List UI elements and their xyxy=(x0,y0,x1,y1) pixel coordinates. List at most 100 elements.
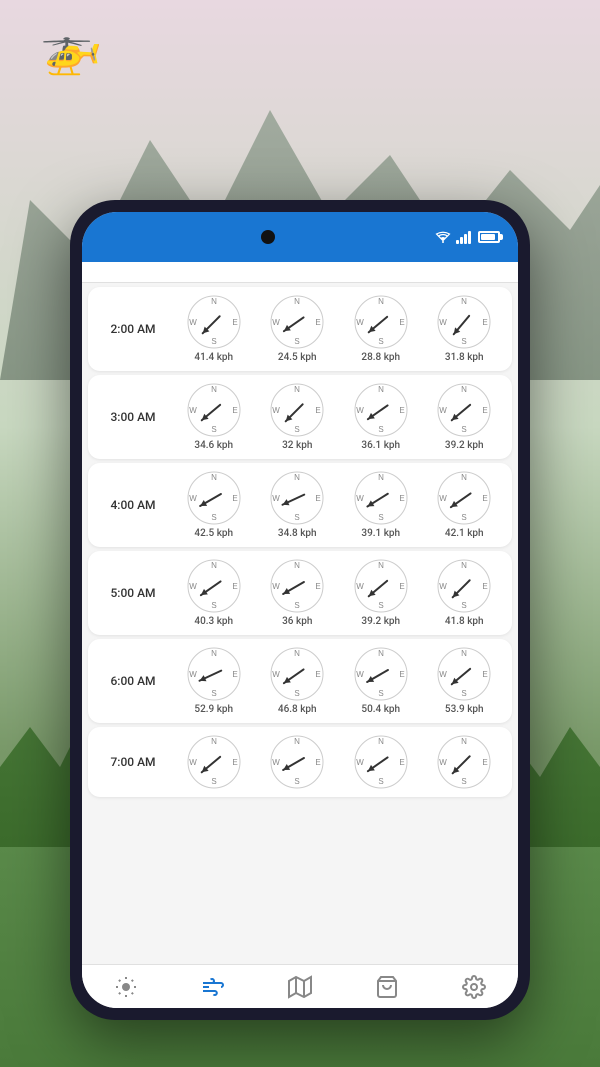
svg-text:N: N xyxy=(378,297,384,306)
wind-speed: 42.5 kph xyxy=(194,528,233,539)
status-bar xyxy=(82,212,518,262)
phone-screen: 2:00 AMNSEW41.4 kphNSEW24.5 kphNSEW28.8 … xyxy=(82,212,518,1008)
page-title xyxy=(0,40,600,90)
svg-text:W: W xyxy=(272,318,280,327)
svg-text:W: W xyxy=(272,494,280,503)
svg-text:N: N xyxy=(211,561,217,570)
svg-text:N: N xyxy=(294,649,300,658)
compass-svg: NSEW xyxy=(270,735,324,789)
svg-text:W: W xyxy=(356,406,364,415)
weather-icon xyxy=(114,975,138,1005)
svg-text:W: W xyxy=(439,494,447,503)
wind-cell: NSEW34.8 kph xyxy=(256,471,340,539)
svg-text:W: W xyxy=(439,406,447,415)
table-row: 5:00 AMNSEW40.3 kphNSEW36 kphNSEW39.2 kp… xyxy=(88,551,512,635)
wind-speed: 53.9 kph xyxy=(445,704,484,715)
svg-text:E: E xyxy=(399,670,404,679)
compass-svg: N S E W xyxy=(354,647,408,701)
svg-text:S: S xyxy=(211,777,216,786)
table-row: 6:00 AMNSEW52.9 kphNSEW46.8 kphNSEW50.4 … xyxy=(88,639,512,723)
compass-svg: NSEW xyxy=(187,471,241,525)
nav-item-settings[interactable]: Settings xyxy=(431,975,518,1008)
svg-text:W: W xyxy=(272,758,280,767)
wind-cell: NSEW42.5 kph xyxy=(172,471,256,539)
compass-svg: NSEW xyxy=(354,295,408,349)
wind-cell: NSEW36 kph xyxy=(256,559,340,627)
svg-text:N: N xyxy=(211,385,217,394)
svg-text:W: W xyxy=(439,758,447,767)
wind-speed: 46.8 kph xyxy=(278,704,317,715)
wind-cell: NSEW39.1 kph xyxy=(339,471,423,539)
svg-text:S: S xyxy=(378,689,383,698)
wind-cell: NSEW xyxy=(423,735,507,789)
svg-text:N: N xyxy=(461,473,467,482)
compass-svg: NSEW xyxy=(354,471,408,525)
nav-item-weather[interactable]: Weather xyxy=(82,975,169,1008)
wind-speed: 36.1 kph xyxy=(361,440,400,451)
wind-speed: 34.6 kph xyxy=(194,440,233,451)
compass-svg: NSEW xyxy=(354,559,408,613)
svg-text:E: E xyxy=(316,582,321,591)
svg-text:N: N xyxy=(461,297,467,306)
wind-speed: 31.8 kph xyxy=(445,352,484,363)
svg-text:W: W xyxy=(189,494,197,503)
nav-item-shop[interactable]: Shop xyxy=(344,975,431,1008)
svg-text:S: S xyxy=(211,689,216,698)
row-time: 3:00 AM xyxy=(94,410,172,424)
compass-svg: NSEW xyxy=(437,647,491,701)
svg-text:W: W xyxy=(356,582,364,591)
svg-text:S: S xyxy=(462,425,467,434)
svg-text:S: S xyxy=(295,777,300,786)
svg-text:S: S xyxy=(211,337,216,346)
wind-cell: NSEW xyxy=(339,735,423,789)
compass-svg: NSEW xyxy=(354,735,408,789)
svg-text:N: N xyxy=(461,561,467,570)
svg-text:W: W xyxy=(272,670,280,679)
svg-text:W: W xyxy=(356,670,364,679)
svg-text:N: N xyxy=(378,649,384,658)
wind-cell: NSEW46.8 kph xyxy=(256,647,340,715)
wind-speed: 52.9 kph xyxy=(194,704,233,715)
wind-speed: 50.4 kph xyxy=(361,704,400,715)
shop-icon xyxy=(375,975,399,1005)
status-icons xyxy=(435,230,500,244)
svg-text:S: S xyxy=(378,777,383,786)
svg-text:E: E xyxy=(483,670,488,679)
svg-text:E: E xyxy=(232,406,237,415)
table-row: 3:00 AMNSEW34.6 kphNSEW32 kphNSEW36.1 kp… xyxy=(88,375,512,459)
wind-speed: 39.2 kph xyxy=(361,616,400,627)
svg-text:E: E xyxy=(483,406,488,415)
wind-cell: NSEW42.1 kph xyxy=(423,471,507,539)
svg-text:N: N xyxy=(294,561,300,570)
phone-frame: 2:00 AMNSEW41.4 kphNSEW24.5 kphNSEW28.8 … xyxy=(70,200,530,1020)
svg-text:E: E xyxy=(399,758,404,767)
svg-text:S: S xyxy=(211,601,216,610)
wind-cell: NSEW xyxy=(256,735,340,789)
row-time: 4:00 AM xyxy=(94,498,172,512)
nav-item-wind[interactable]: Wind xyxy=(169,975,256,1008)
svg-text:N: N xyxy=(211,649,217,658)
wind-cell: NSEW36.1 kph xyxy=(339,383,423,451)
svg-text:N: N xyxy=(378,737,384,746)
svg-text:E: E xyxy=(232,494,237,503)
wind-cell: NSEW41.4 kph xyxy=(172,295,256,363)
svg-text:N: N xyxy=(294,297,300,306)
svg-text:E: E xyxy=(399,318,404,327)
svg-text:E: E xyxy=(316,318,321,327)
settings-icon xyxy=(462,975,486,1005)
battery-icon xyxy=(478,231,500,243)
wind-icon xyxy=(201,975,225,1005)
nav-item-map[interactable]: Map xyxy=(256,975,343,1008)
svg-text:S: S xyxy=(462,777,467,786)
svg-text:E: E xyxy=(483,582,488,591)
svg-text:S: S xyxy=(378,601,383,610)
svg-text:E: E xyxy=(399,494,404,503)
wind-cell: NSEW40.3 kph xyxy=(172,559,256,627)
compass-svg: NSEW xyxy=(270,383,324,437)
compass-svg: NSEW xyxy=(187,295,241,349)
wind-speed: 34.8 kph xyxy=(278,528,317,539)
wind-speed: 42.1 kph xyxy=(445,528,484,539)
wind-speed: 39.1 kph xyxy=(361,528,400,539)
svg-text:S: S xyxy=(378,513,383,522)
svg-text:W: W xyxy=(439,670,447,679)
